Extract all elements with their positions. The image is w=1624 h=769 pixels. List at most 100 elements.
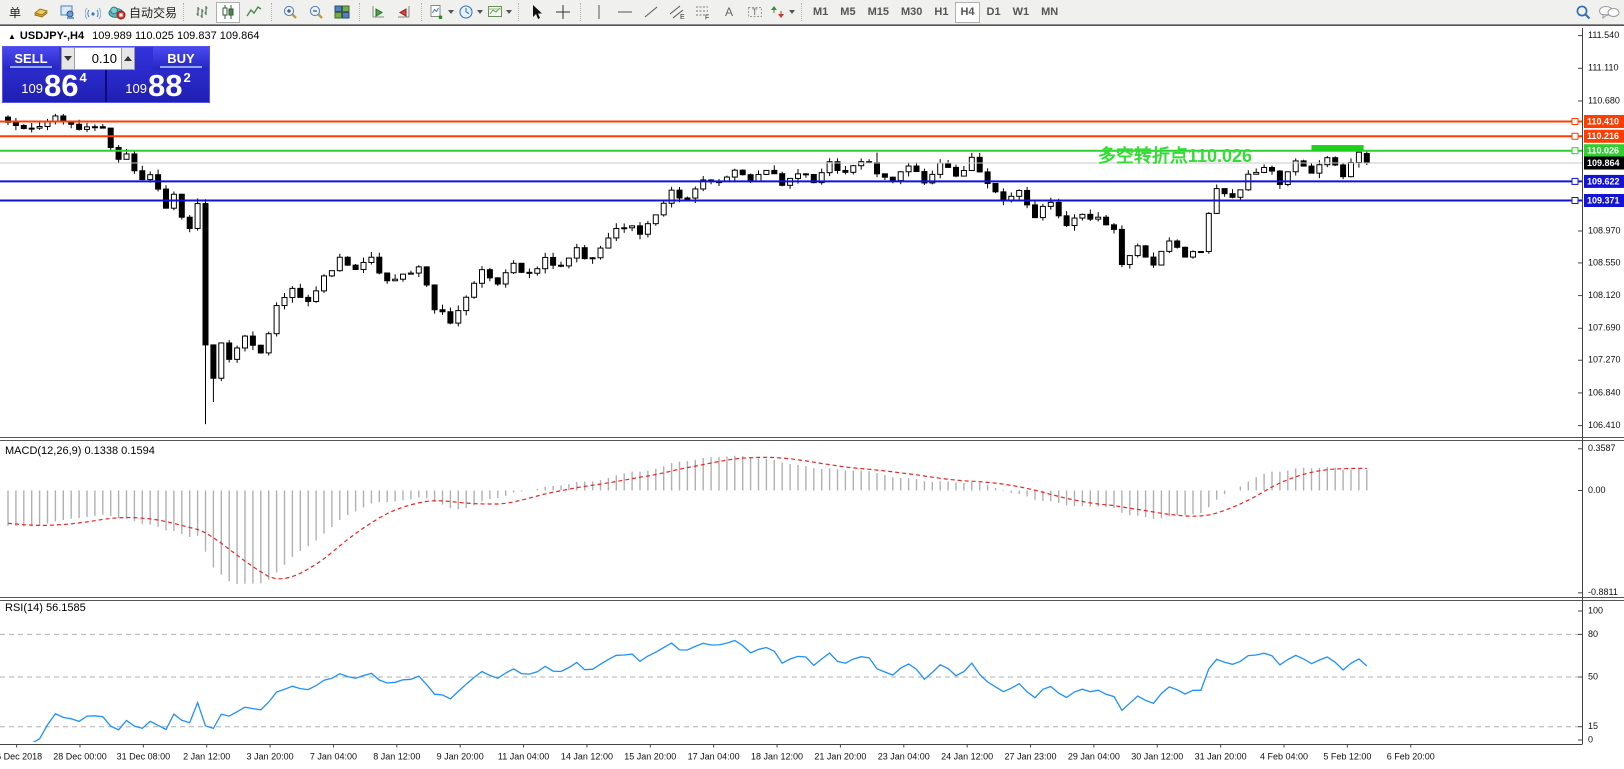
buy-price-display[interactable]: 109 88 2 [107,70,209,102]
line-chart-icon [246,4,262,20]
timeframe-button-h1[interactable]: H1 [929,2,953,23]
indicators-icon [429,4,445,20]
toolbar-separator [359,3,361,21]
market-watch-button[interactable] [55,2,79,23]
trendline-icon [643,4,659,20]
crosshair-tool-button[interactable] [551,2,575,23]
auto-scroll-button[interactable] [366,2,390,23]
templates-icon [487,4,503,20]
svg-text:17 Jan 04:00: 17 Jan 04:00 [688,751,740,761]
trendline-tool-button[interactable] [639,2,663,23]
timeframe-button-m15[interactable]: M15 [863,2,894,23]
chart-title: ▲USDJPY-,H4109.989 110.025 109.837 109.8… [8,30,260,42]
gold-bar-icon[interactable] [29,2,53,23]
text-label-tool-button[interactable]: T [743,2,767,23]
svg-text:F: F [705,15,709,21]
svg-text:4 Feb 04:00: 4 Feb 04:00 [1260,751,1308,761]
svg-text:30 Jan 12:00: 30 Jan 12:00 [1131,751,1183,761]
svg-text:3 Jan 20:00: 3 Jan 20:00 [247,751,294,761]
svg-text:E: E [680,14,685,20]
search-button[interactable] [1571,2,1595,23]
zoom-in-button[interactable] [278,2,302,23]
horizontal-line-tool-button[interactable] [613,2,637,23]
svg-text:109.864: 109.864 [1587,158,1620,168]
vertical-line-tool-button[interactable] [587,2,611,23]
indicators-button[interactable] [428,2,455,23]
gold-icon [33,4,49,20]
candlestick-chart-button[interactable] [216,2,240,23]
price-chart-canvas[interactable]: 111.540111.110110.680108.970108.550108.1… [0,0,1624,768]
chart-ohlc-values: 109.989 110.025 109.837 109.864 [92,30,259,42]
autotrading-button[interactable]: 自动交易 [107,2,178,23]
svg-text:14 Jan 12:00: 14 Jan 12:00 [561,751,613,761]
svg-text:T: T [752,7,758,17]
triangle-down-icon [64,56,72,61]
volume-input[interactable] [75,47,121,70]
timeframe-button-h4[interactable]: H4 [955,2,979,23]
toolbar-separator [183,3,185,21]
buy-button[interactable]: BUY [153,47,209,70]
periods-button[interactable] [457,2,484,23]
text-label-icon: T [747,4,763,20]
fibonacci-tool-button[interactable]: F [691,2,715,23]
zoom-in-icon [282,4,298,20]
signals-button[interactable] [81,2,105,23]
svg-text:110.680: 110.680 [1588,95,1620,105]
candlestick-icon [220,4,236,20]
bar-chart-button[interactable] [190,2,214,23]
vertical-line-icon [591,4,607,20]
svg-text:111.110: 111.110 [1588,63,1619,73]
arrows-tool-button[interactable] [769,2,796,23]
svg-text:21 Jan 20:00: 21 Jan 20:00 [814,751,866,761]
collapse-triangle-icon[interactable]: ▲ [8,32,16,41]
svg-text:11 Jan 04:00: 11 Jan 04:00 [498,751,549,761]
sell-price-main: 86 [44,73,78,99]
toolbar-separator [271,3,273,21]
timeframe-button-d1[interactable]: D1 [982,2,1006,23]
toolbar-separator [580,3,582,21]
signals-icon [85,4,101,20]
text-tool-button[interactable]: A [717,2,741,23]
svg-text:24 Jan 12:00: 24 Jan 12:00 [941,751,993,761]
timeframe-button-mn[interactable]: MN [1036,2,1063,23]
bar-chart-icon [194,4,210,20]
chart-shift-button[interactable] [392,2,416,23]
timeframe-button-m30[interactable]: M30 [896,2,927,23]
market-watch-icon [59,4,75,20]
sell-button[interactable]: SELL [3,47,59,70]
tile-windows-button[interactable] [330,2,354,23]
timeframe-button-m5[interactable]: M5 [835,2,860,23]
sell-price-display[interactable]: 109 86 4 [3,70,105,102]
autotrading-icon [108,4,126,20]
new-order-button[interactable]: 单 [3,2,27,23]
toolbar-separator [421,3,423,21]
svg-text:110.216: 110.216 [1587,131,1619,141]
chevron-down-icon [448,10,454,14]
svg-text:31 Dec 08:00: 31 Dec 08:00 [117,751,171,761]
svg-text:0: 0 [1588,734,1593,744]
line-chart-button[interactable] [242,2,266,23]
zoom-out-button[interactable] [304,2,328,23]
turning-point-annotation: 多空转折点110.026 [1040,142,1252,168]
svg-text:108.120: 108.120 [1588,290,1621,300]
chat-button[interactable] [1597,2,1621,23]
volume-increase-button[interactable] [121,47,135,70]
timeframe-button-m1[interactable]: M1 [808,2,833,23]
equidistant-channel-tool-button[interactable]: E [665,2,689,23]
svg-text:80: 80 [1588,629,1598,639]
templates-button[interactable] [486,2,513,23]
svg-text:15 Jan 20:00: 15 Jan 20:00 [624,751,676,761]
svg-text:109.371: 109.371 [1587,195,1620,205]
svg-text:111.540: 111.540 [1588,30,1619,40]
cursor-tool-button[interactable] [525,2,549,23]
buy-button-label: BUY [167,51,194,66]
tile-windows-icon [334,4,350,20]
chevron-down-icon [789,10,795,14]
volume-decrease-button[interactable] [61,47,75,70]
text-icon: A [721,4,737,20]
timeframe-button-w1[interactable]: W1 [1008,2,1035,23]
buy-price-base: 109 [125,81,147,96]
svg-text:9 Jan 20:00: 9 Jan 20:00 [437,751,484,761]
svg-text:5 Feb 12:00: 5 Feb 12:00 [1323,751,1371,761]
svg-text:15: 15 [1588,721,1598,731]
